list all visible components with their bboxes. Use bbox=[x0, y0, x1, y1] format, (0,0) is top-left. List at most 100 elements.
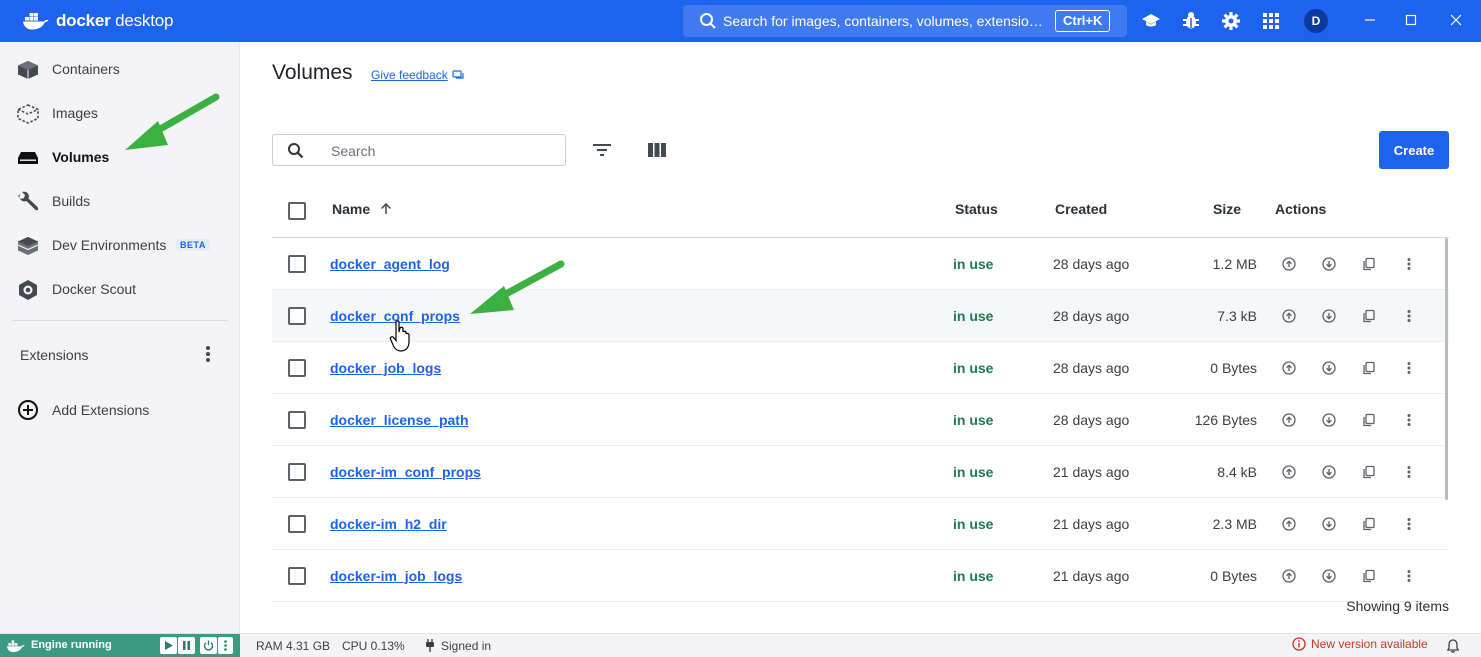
volume-created: 28 days ago bbox=[1053, 412, 1130, 428]
table-row[interactable]: docker_license_path in use 28 days ago 126 … bbox=[272, 394, 1449, 446]
create-volume-button[interactable]: Create bbox=[1379, 131, 1449, 169]
table-row[interactable]: docker_agent_log in use 28 days ago 1.2 MB bbox=[272, 238, 1449, 290]
export-icon[interactable] bbox=[1279, 462, 1299, 482]
more-options-icon[interactable] bbox=[1399, 566, 1419, 586]
table-row[interactable]: docker_conf_props in use 28 days ago 7.3 kB bbox=[272, 290, 1449, 342]
learning-center-icon[interactable] bbox=[1141, 11, 1161, 31]
clone-icon[interactable] bbox=[1359, 462, 1379, 482]
row-checkbox[interactable] bbox=[288, 567, 306, 585]
clone-icon[interactable] bbox=[1359, 306, 1379, 326]
export-icon[interactable] bbox=[1279, 410, 1299, 430]
volume-name-link[interactable]: docker_conf_props bbox=[330, 308, 460, 324]
volume-name-link[interactable]: docker_license_path bbox=[330, 412, 469, 428]
more-options-icon[interactable] bbox=[1399, 514, 1419, 534]
sidebar-item-builds[interactable]: Builds bbox=[0, 181, 240, 221]
sidebar-item-containers[interactable]: Containers bbox=[0, 49, 240, 89]
settings-gear-icon[interactable] bbox=[1221, 11, 1241, 31]
column-header-created[interactable]: Created bbox=[1055, 201, 1107, 217]
volume-status: in use bbox=[953, 256, 994, 272]
import-icon[interactable] bbox=[1319, 462, 1339, 482]
ram-usage: RAM 4.31 GB bbox=[256, 639, 331, 653]
column-header-status[interactable]: Status bbox=[955, 201, 998, 217]
row-checkbox[interactable] bbox=[288, 255, 306, 273]
builds-icon bbox=[17, 191, 39, 213]
extensions-grid-icon[interactable] bbox=[1261, 11, 1281, 31]
volume-search-box[interactable] bbox=[272, 134, 566, 166]
row-checkbox[interactable] bbox=[288, 463, 306, 481]
volume-name-link[interactable]: docker_agent_log bbox=[330, 256, 450, 272]
row-checkbox[interactable] bbox=[288, 515, 306, 533]
volume-name-link[interactable]: docker-im_conf_props bbox=[330, 464, 481, 480]
more-options-icon[interactable] bbox=[1399, 410, 1419, 430]
minimize-window-icon[interactable] bbox=[1360, 10, 1380, 30]
give-feedback-link[interactable]: Give feedback bbox=[371, 68, 464, 82]
engine-power-icon[interactable] bbox=[200, 637, 217, 654]
sidebar-item-images[interactable]: Images bbox=[0, 93, 240, 133]
column-header-name[interactable]: Name bbox=[332, 201, 392, 217]
volume-size: 8.4 kB bbox=[1217, 464, 1257, 480]
global-search-bar[interactable]: Search for images, containers, volumes, … bbox=[683, 5, 1127, 37]
column-header-actions: Actions bbox=[1275, 201, 1327, 217]
table-row[interactable]: docker-im_job_logs in use 21 days ago 0 Byt… bbox=[272, 550, 1449, 602]
maximize-window-icon[interactable] bbox=[1401, 10, 1421, 30]
add-extensions-button[interactable]: Add Extensions bbox=[0, 392, 240, 428]
close-window-icon[interactable] bbox=[1446, 10, 1466, 30]
notifications-bell-icon[interactable] bbox=[1447, 639, 1459, 653]
sidebar-item-volumes[interactable]: Volumes bbox=[0, 137, 240, 177]
export-icon[interactable] bbox=[1279, 358, 1299, 378]
user-avatar[interactable]: D bbox=[1304, 9, 1328, 33]
volume-name-link[interactable]: docker_job_logs bbox=[330, 360, 441, 376]
import-icon[interactable] bbox=[1319, 254, 1339, 274]
import-icon[interactable] bbox=[1319, 566, 1339, 586]
sidebar-item-docker-scout[interactable]: Docker Scout bbox=[0, 269, 240, 309]
import-icon[interactable] bbox=[1319, 306, 1339, 326]
beta-badge: BETA bbox=[176, 239, 210, 251]
table-row[interactable]: docker_job_logs in use 28 days ago 0 Bytes bbox=[272, 342, 1449, 394]
clone-icon[interactable] bbox=[1359, 358, 1379, 378]
column-header-size[interactable]: Size bbox=[1213, 201, 1241, 217]
select-all-checkbox[interactable] bbox=[288, 202, 306, 220]
more-options-icon[interactable] bbox=[1399, 306, 1419, 326]
filter-icon[interactable] bbox=[591, 140, 613, 160]
give-feedback-label: Give feedback bbox=[371, 68, 448, 82]
engine-play-icon[interactable] bbox=[160, 637, 177, 654]
table-row[interactable]: docker-im_h2_dir in use 21 days ago 2.3 MB bbox=[272, 498, 1449, 550]
extensions-header: Extensions bbox=[20, 347, 89, 363]
import-icon[interactable] bbox=[1319, 410, 1339, 430]
clone-icon[interactable] bbox=[1359, 566, 1379, 586]
row-checkbox[interactable] bbox=[288, 307, 306, 325]
more-options-icon[interactable] bbox=[1399, 462, 1419, 482]
table-body: docker_agent_log in use 28 days ago 1.2 MB d… bbox=[272, 238, 1449, 602]
export-icon[interactable] bbox=[1279, 254, 1299, 274]
engine-more-icon[interactable] bbox=[218, 637, 233, 654]
export-icon[interactable] bbox=[1279, 306, 1299, 326]
volume-name-link[interactable]: docker-im_job_logs bbox=[330, 568, 462, 584]
export-icon[interactable] bbox=[1279, 566, 1299, 586]
more-options-icon[interactable] bbox=[1399, 358, 1419, 378]
import-icon[interactable] bbox=[1319, 358, 1339, 378]
sidebar-item-dev-environments[interactable]: Dev Environments BETA bbox=[0, 225, 240, 265]
engine-status: Engine running bbox=[0, 634, 240, 657]
table-scrollbar[interactable] bbox=[1445, 238, 1448, 500]
clone-icon[interactable] bbox=[1359, 410, 1379, 430]
volume-size: 126 Bytes bbox=[1194, 412, 1257, 428]
volume-status: in use bbox=[953, 360, 994, 376]
import-icon[interactable] bbox=[1319, 514, 1339, 534]
search-input[interactable] bbox=[331, 141, 551, 161]
more-options-icon[interactable] bbox=[1399, 254, 1419, 274]
engine-status-label: Engine running bbox=[31, 639, 112, 651]
engine-pause-icon[interactable] bbox=[178, 637, 195, 654]
columns-toggle-icon[interactable] bbox=[646, 140, 668, 160]
clone-icon[interactable] bbox=[1359, 254, 1379, 274]
extensions-more-icon[interactable] bbox=[198, 344, 218, 364]
clone-icon[interactable] bbox=[1359, 514, 1379, 534]
row-checkbox[interactable] bbox=[288, 359, 306, 377]
row-checkbox[interactable] bbox=[288, 411, 306, 429]
volume-size: 2.3 MB bbox=[1212, 516, 1257, 532]
table-row[interactable]: docker-im_conf_props in use 21 days ago 8.4… bbox=[272, 446, 1449, 498]
signed-in-status: Signed in bbox=[441, 639, 492, 653]
export-icon[interactable] bbox=[1279, 514, 1299, 534]
new-version-link[interactable]: New version available bbox=[1292, 637, 1428, 651]
troubleshoot-bug-icon[interactable] bbox=[1181, 11, 1201, 31]
volume-name-link[interactable]: docker-im_h2_dir bbox=[330, 516, 447, 532]
